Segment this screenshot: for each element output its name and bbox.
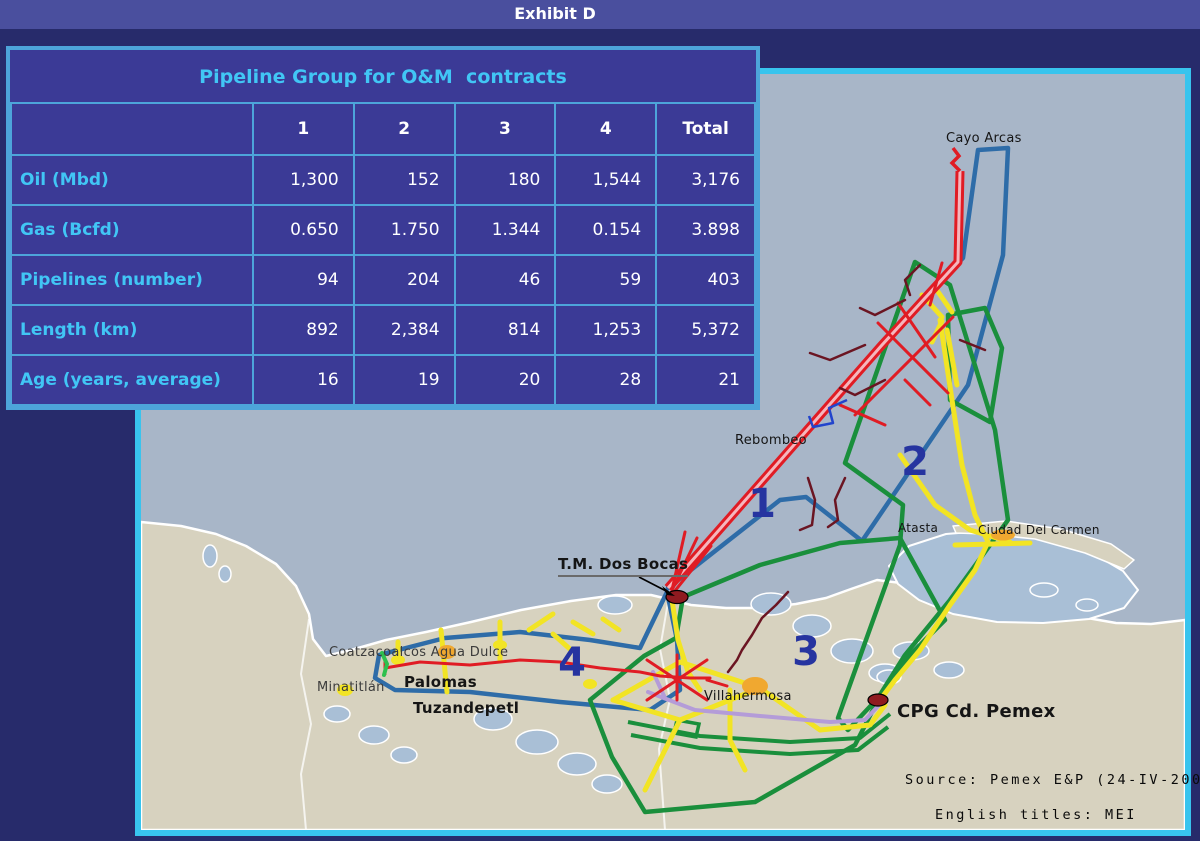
pipeline-group-table: Pipeline Group for O&M contracts 1 2 3 4… xyxy=(6,46,760,410)
exhibit-slide: Exhibit D xyxy=(0,0,1200,841)
col-header-2: 2 xyxy=(354,103,455,155)
group1-number: 1 xyxy=(748,481,776,527)
row-label-oil: Oil (Mbd) xyxy=(11,155,253,205)
source-note: Source: Pemex E&P (24-IV-2006) xyxy=(905,772,1200,788)
group4-number: 4 xyxy=(558,640,586,686)
col-header-total: Total xyxy=(656,103,755,155)
row-label-age: Age (years, average) xyxy=(11,355,253,405)
label-rebombeo: Rebombeo xyxy=(735,433,807,448)
table-row: Age (years, average) 16 19 20 28 21 xyxy=(11,355,755,405)
table-row: Gas (Bcfd) 0.650 1.750 1.344 0.154 3.898 xyxy=(11,205,755,255)
cell: 16 xyxy=(253,355,354,405)
cell: 0.154 xyxy=(555,205,656,255)
col-header-1: 1 xyxy=(253,103,354,155)
row-label-gas: Gas (Bcfd) xyxy=(11,205,253,255)
row-label-length: Length (km) xyxy=(11,305,253,355)
row-label-pipelines: Pipelines (number) xyxy=(11,255,253,305)
group3-number: 3 xyxy=(792,629,820,675)
cell: 814 xyxy=(455,305,556,355)
cell: 21 xyxy=(656,355,755,405)
label-minatitlan: Minatitlán xyxy=(317,680,385,695)
label-ciudad-del-carmen: Ciudad Del Carmen xyxy=(978,523,1100,537)
cell: 1.750 xyxy=(354,205,455,255)
cell: 152 xyxy=(354,155,455,205)
cell: 1,300 xyxy=(253,155,354,205)
label-cpg-cd-pemex: CPG Cd. Pemex xyxy=(897,701,1056,722)
cell: 892 xyxy=(253,305,354,355)
label-tm-dos-bocas: T.M. Dos Bocas xyxy=(558,555,688,577)
label-cayo-arcas: Cayo Arcas xyxy=(946,131,1022,146)
cell: 1,253 xyxy=(555,305,656,355)
label-palomas: Palomas xyxy=(404,673,477,691)
cpg-cd-pemex-marker xyxy=(868,694,888,706)
top-title-bar: Exhibit D xyxy=(0,0,1200,29)
label-tuzandepetl: Tuzandepetl xyxy=(413,699,519,717)
col-header-4: 4 xyxy=(555,103,656,155)
col-header-3: 3 xyxy=(455,103,556,155)
cell: 2,384 xyxy=(354,305,455,355)
cell: 3.898 xyxy=(656,205,755,255)
group2-number: 2 xyxy=(901,439,929,485)
table-title: Pipeline Group for O&M contracts xyxy=(10,50,756,102)
table-row: Length (km) 892 2,384 814 1,253 5,372 xyxy=(11,305,755,355)
cell: 28 xyxy=(555,355,656,405)
cell: 46 xyxy=(455,255,556,305)
cell: 1.344 xyxy=(455,205,556,255)
cell: 1,544 xyxy=(555,155,656,205)
cell: 5,372 xyxy=(656,305,755,355)
english-titles-note: English titles: MEI xyxy=(935,807,1137,823)
col-header-blank xyxy=(11,103,253,155)
table-row: Oil (Mbd) 1,300 152 180 1,544 3,176 xyxy=(11,155,755,205)
label-coatzacoalcos-agua-dulce: Coatzacoalcos Agua Dulce xyxy=(329,645,508,660)
cell: 20 xyxy=(455,355,556,405)
cell: 19 xyxy=(354,355,455,405)
cell: 94 xyxy=(253,255,354,305)
label-atasta: Atasta xyxy=(898,521,938,535)
table-header-row: 1 2 3 4 Total xyxy=(11,103,755,155)
label-villahermosa: Villahermosa xyxy=(704,689,792,704)
cell: 204 xyxy=(354,255,455,305)
exhibit-title: Exhibit D xyxy=(0,4,1110,23)
cell: 59 xyxy=(555,255,656,305)
cell: 180 xyxy=(455,155,556,205)
cell: 403 xyxy=(656,255,755,305)
cell: 0.650 xyxy=(253,205,354,255)
cell: 3,176 xyxy=(656,155,755,205)
table-row: Pipelines (number) 94 204 46 59 403 xyxy=(11,255,755,305)
